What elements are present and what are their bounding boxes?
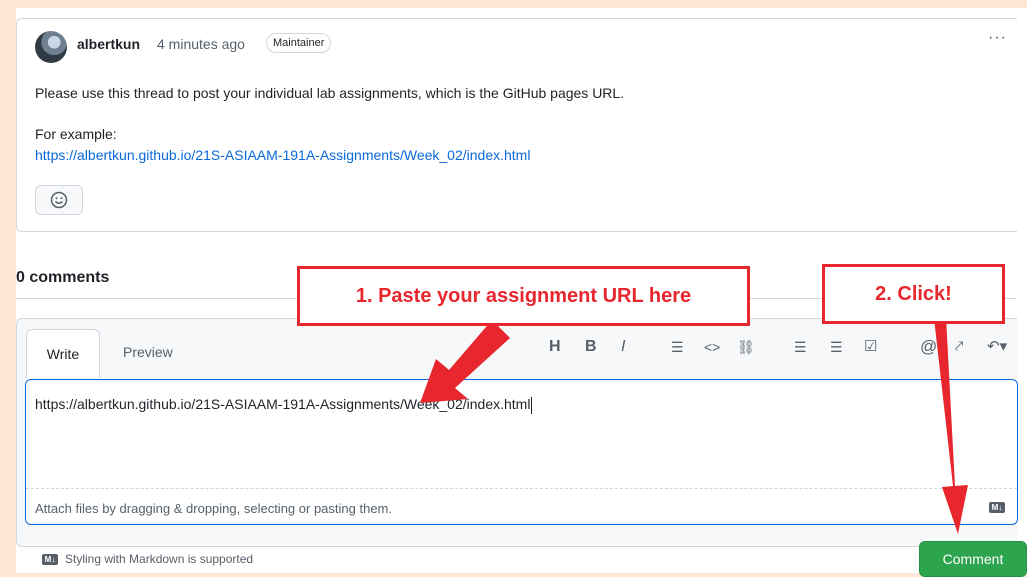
bold-icon[interactable]: B [585, 337, 597, 357]
comments-count: 0 comments [16, 269, 110, 286]
reply-icon[interactable]: ↶▾ [987, 337, 1007, 357]
post-timestamp[interactable]: 4 minutes ago [157, 36, 245, 52]
comment-textarea[interactable]: https://albertkun.github.io/21S-ASIAAM-1… [25, 379, 1018, 525]
ordered-list-icon[interactable]: ☰ [830, 337, 843, 357]
unordered-list-icon[interactable]: ☰ [794, 337, 807, 357]
markdown-supported-note[interactable]: Styling with Markdown is supported [65, 552, 253, 566]
post-body: Please use this thread to post your indi… [35, 85, 625, 101]
reference-icon[interactable]: ⤤ [955, 337, 963, 357]
maintainer-badge: Maintainer [266, 33, 332, 53]
comment-text: https://albertkun.github.io/21S-ASIAAM-1… [35, 396, 533, 414]
comment-text-value: https://albertkun.github.io/21S-ASIAAM-1… [35, 396, 531, 412]
mention-icon[interactable]: @ [920, 337, 937, 357]
markdown-footer-icon: M↓ [42, 554, 58, 565]
link-icon[interactable]: ⛓ [737, 337, 755, 357]
original-post: albertkun 4 minutes ago Maintainer ··· P… [16, 18, 1017, 232]
tab-preview[interactable]: Preview [123, 344, 173, 360]
smiley-icon [50, 191, 68, 209]
task-list-icon[interactable]: ☑ [864, 337, 877, 357]
heading-icon[interactable]: H [549, 337, 561, 357]
comment-editor: Write Preview H B I ☰ <> ⛓ ☰ ☰ ☑ @ ⤤ ↶▾ … [16, 318, 1018, 547]
text-caret [531, 396, 533, 414]
attach-divider [26, 488, 1017, 489]
attach-files-hint[interactable]: Attach files by dragging & dropping, sel… [35, 501, 392, 516]
tab-write[interactable]: Write [26, 329, 100, 378]
author-name[interactable]: albertkun [77, 36, 140, 52]
avatar[interactable] [35, 31, 67, 63]
quote-icon[interactable]: ☰ [671, 337, 684, 357]
italic-icon[interactable]: I [621, 337, 625, 357]
markdown-icon[interactable]: M↓ [989, 502, 1005, 513]
comment-button[interactable]: Comment [919, 541, 1027, 577]
step1-callout: 1. Paste your assignment URL here [297, 266, 750, 326]
more-options-icon[interactable]: ··· [988, 29, 1007, 47]
step2-callout: 2. Click! [822, 264, 1005, 324]
add-reaction-button[interactable] [35, 185, 83, 215]
code-icon[interactable]: <> [704, 337, 720, 357]
example-label: For example: [35, 126, 117, 142]
example-link[interactable]: https://albertkun.github.io/21S-ASIAAM-1… [35, 147, 530, 163]
